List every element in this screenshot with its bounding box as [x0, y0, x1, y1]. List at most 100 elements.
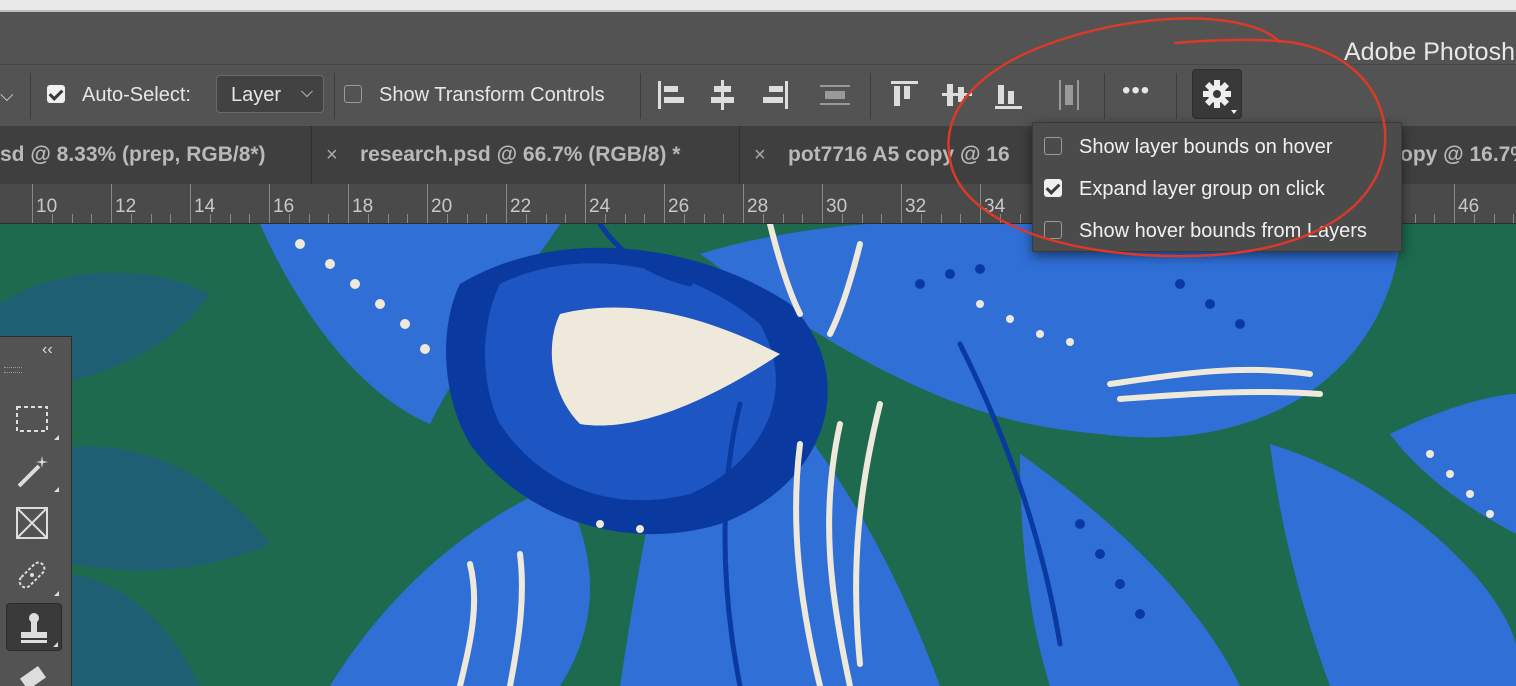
- menu-item-label: Expand layer group on click: [1079, 178, 1325, 200]
- frame-icon: [16, 507, 48, 539]
- distribute-horizontal-icon[interactable]: [1052, 77, 1086, 113]
- checkbox-checked[interactable]: [1044, 179, 1062, 197]
- ruler-tick: [111, 184, 112, 223]
- ruler-tick: [664, 184, 665, 223]
- ruler-tick-label: 24: [589, 196, 611, 217]
- ruler-tick: [427, 184, 428, 223]
- window-top-edge: [0, 0, 1516, 12]
- ruler-minor-tick: [91, 214, 93, 223]
- stamp-icon: [21, 613, 47, 643]
- tab-research[interactable]: × research.psd @ 66.7% (RGB/8) *: [312, 126, 740, 184]
- tab-title: opy @ 16.7%: [1400, 143, 1516, 166]
- auto-select-target-value: Layer: [231, 84, 282, 106]
- ruler-minor-tick: [1434, 214, 1436, 223]
- ruler-minor-tick: [288, 214, 290, 223]
- settings-gear-button[interactable]: [1192, 69, 1242, 119]
- align-right-edges-icon[interactable]: [757, 77, 791, 113]
- menu-item-label: Show hover bounds from Layers: [1079, 220, 1367, 242]
- ruler-tick: [822, 184, 823, 223]
- ruler-minor-tick: [1513, 214, 1515, 223]
- chevron-down-icon: ⌵: [300, 84, 313, 101]
- settings-menu: Show layer bounds on hover Expand layer …: [1032, 122, 1402, 252]
- gear-icon: [1203, 80, 1237, 114]
- ruler-tick-label: 46: [1458, 196, 1480, 217]
- tab-title: sd @ 8.33% (prep, RGB/8*): [0, 143, 266, 166]
- tool-rectangular-marquee[interactable]: [6, 395, 62, 443]
- panel-grip[interactable]: [4, 367, 22, 373]
- collapse-panel-icon[interactable]: ‹‹: [42, 341, 53, 359]
- checkbox-unchecked[interactable]: [1044, 137, 1062, 155]
- ruler-minor-tick: [387, 214, 389, 223]
- ruler-minor-tick: [1414, 214, 1416, 223]
- ruler-tick-label: 20: [431, 196, 453, 217]
- tab-title: pot7716 A5 copy @ 16: [788, 143, 1010, 166]
- app-title: Adobe Photosh: [1344, 38, 1515, 66]
- align-bottom-edges-icon[interactable]: [992, 77, 1026, 113]
- document-canvas[interactable]: [0, 224, 1516, 686]
- ruler-tick-label: 28: [747, 196, 769, 217]
- align-horizontal-centers-icon[interactable]: [706, 77, 740, 113]
- ruler-tick: [980, 184, 981, 223]
- align-vertical-centers-icon[interactable]: [940, 77, 974, 113]
- ruler-minor-tick: [446, 214, 448, 223]
- auto-select-checkbox[interactable]: [47, 85, 65, 103]
- close-icon[interactable]: ×: [326, 144, 338, 167]
- tool-magic-wand[interactable]: [6, 447, 62, 495]
- ruler-minor-tick: [525, 214, 527, 223]
- ruler-minor-tick: [723, 214, 725, 223]
- ruler-minor-tick: [51, 214, 53, 223]
- tool-clone-stamp[interactable]: [6, 603, 62, 651]
- ruler-minor-tick: [308, 214, 310, 223]
- menu-item-show-layer-bounds[interactable]: Show layer bounds on hover: [1033, 125, 1403, 167]
- title-bar: Adobe Photosh: [0, 14, 1516, 66]
- marquee-icon: [16, 406, 48, 432]
- ruler-minor-tick: [940, 214, 942, 223]
- ruler-minor-tick: [249, 214, 251, 223]
- menu-item-expand-layer-group[interactable]: Expand layer group on click: [1033, 167, 1403, 209]
- tools-panel: ‹‹: [0, 336, 72, 686]
- align-left-edges-icon[interactable]: [655, 77, 689, 113]
- options-bar: ⌵ Auto-Select: Layer ⌵ Show Transform Co…: [0, 64, 1516, 126]
- distribute-vertical-icon[interactable]: [818, 77, 852, 113]
- ruler-tick-label: 22: [510, 196, 532, 217]
- menu-item-show-hover-bounds[interactable]: Show hover bounds from Layers: [1033, 209, 1403, 251]
- divider: [334, 73, 335, 119]
- ruler-tick-label: 30: [826, 196, 848, 217]
- chevron-down-icon[interactable]: ⌵: [0, 85, 14, 106]
- checkbox-unchecked[interactable]: [1044, 221, 1062, 239]
- ruler-minor-tick: [545, 214, 547, 223]
- submenu-indicator: [54, 435, 59, 440]
- ruler-minor-tick: [782, 214, 784, 223]
- tool-eraser[interactable]: [6, 657, 62, 686]
- ruler-minor-tick: [466, 214, 468, 223]
- ruler-tick-label: 18: [352, 196, 374, 217]
- ruler-minor-tick: [1019, 214, 1021, 223]
- ruler-tick: [32, 184, 33, 223]
- tool-healing-brush[interactable]: [6, 551, 62, 599]
- magic-wand-icon: [17, 456, 48, 488]
- ruler-minor-tick: [683, 214, 685, 223]
- divider: [1176, 73, 1177, 119]
- close-icon[interactable]: ×: [754, 144, 766, 167]
- ruler-tick: [585, 184, 586, 223]
- ruler-tick: [269, 184, 270, 223]
- ruler-tick-label: 12: [115, 196, 137, 217]
- divider: [870, 73, 871, 119]
- ruler-minor-tick: [170, 214, 172, 223]
- ruler-minor-tick: [861, 214, 863, 223]
- tool-frame[interactable]: [6, 499, 62, 547]
- ruler-minor-tick: [624, 214, 626, 223]
- ruler-minor-tick: [367, 214, 369, 223]
- align-top-edges-icon[interactable]: [888, 77, 922, 113]
- show-transform-controls-checkbox[interactable]: [344, 85, 362, 103]
- ruler-tick-label: 14: [194, 196, 216, 217]
- ruler-minor-tick: [644, 214, 646, 223]
- tab-title: research.psd @ 66.7% (RGB/8) *: [360, 143, 681, 166]
- floral-artwork: [0, 224, 1516, 686]
- auto-select-target-dropdown[interactable]: Layer ⌵: [216, 75, 324, 113]
- ruler-minor-tick: [71, 214, 73, 223]
- more-options-icon[interactable]: •••: [1122, 77, 1150, 105]
- tab-prep-document[interactable]: sd @ 8.33% (prep, RGB/8*): [0, 126, 312, 184]
- ruler-minor-tick: [881, 214, 883, 223]
- ruler-minor-tick: [1493, 214, 1495, 223]
